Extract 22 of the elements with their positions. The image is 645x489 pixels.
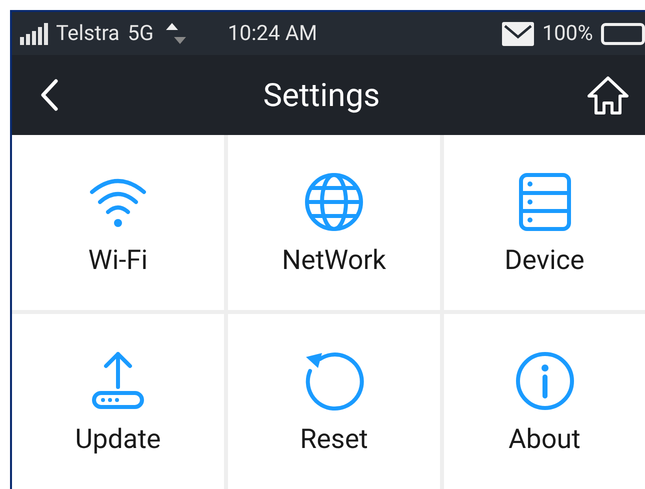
tile-label: Wi-Fi [88, 244, 148, 276]
mail-icon [502, 22, 534, 46]
carrier-name: Telstra [56, 22, 120, 46]
settings-tile[interactable]: NetWork [228, 135, 440, 310]
network-type: 5G [128, 22, 154, 46]
tile-label: Update [75, 422, 161, 454]
tile-label: Reset [300, 422, 368, 454]
settings-tile[interactable]: About [444, 314, 645, 489]
signal-icon [20, 22, 48, 44]
settings-tile[interactable]: Wi-Fi [12, 135, 224, 310]
settings-tile[interactable]: Reset [228, 314, 440, 489]
settings-tile[interactable]: Device [444, 135, 645, 310]
battery-icon [601, 22, 645, 44]
settings-tile[interactable]: Update [12, 314, 224, 489]
tile-label: NetWork [282, 244, 386, 276]
home-icon[interactable] [585, 74, 631, 116]
page-title: Settings [263, 76, 380, 114]
battery-percent: 100% [542, 22, 593, 46]
tile-label: About [508, 422, 580, 454]
clock: 10:24 AM [228, 22, 318, 46]
back-icon[interactable] [40, 79, 58, 111]
tile-label: Device [504, 244, 584, 276]
